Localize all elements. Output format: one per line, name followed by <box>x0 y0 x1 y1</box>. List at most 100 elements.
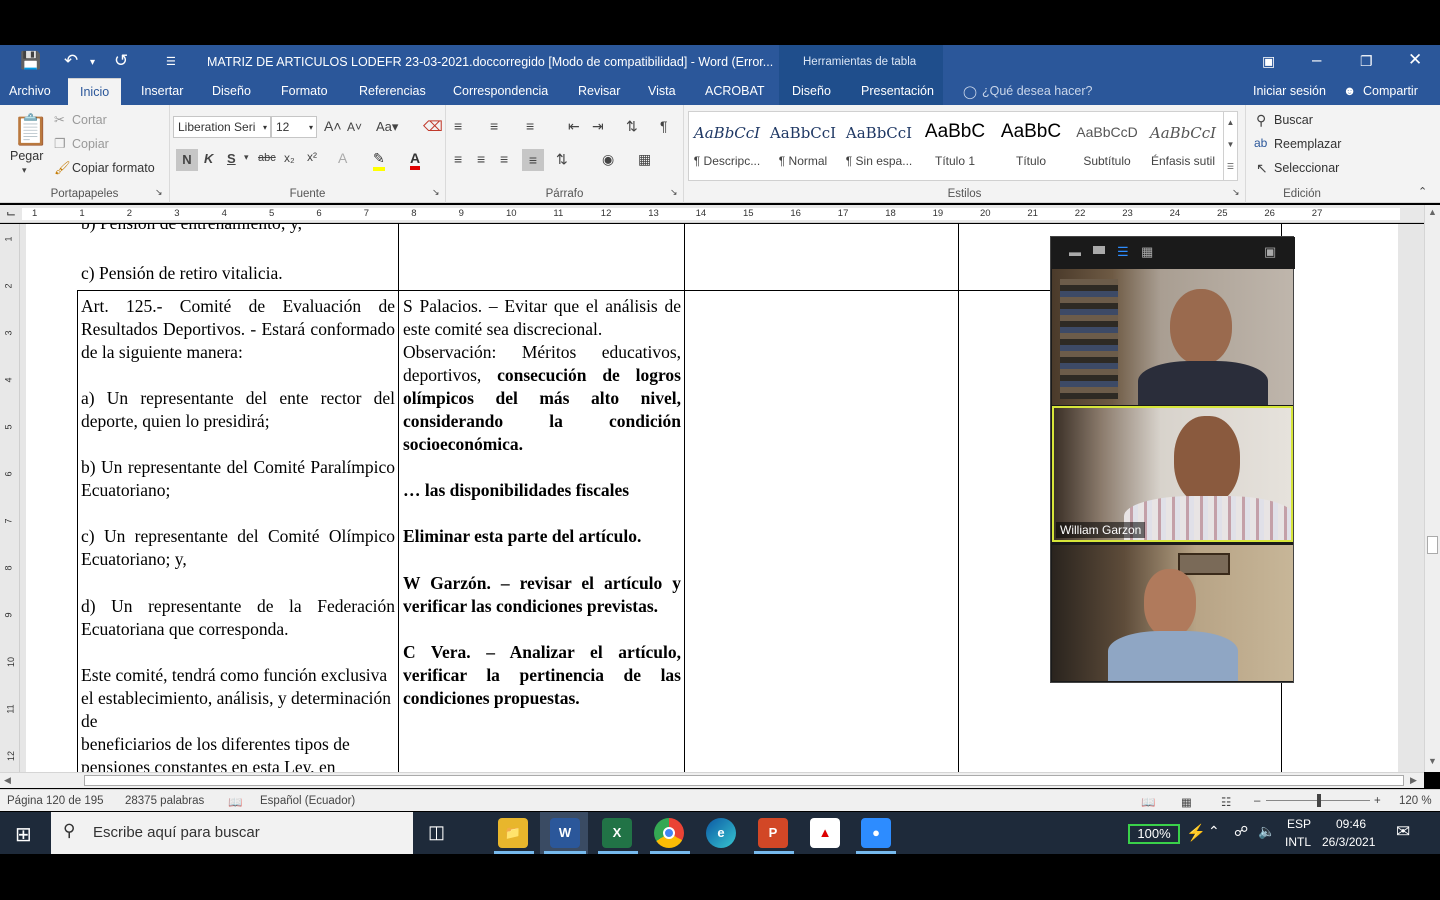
tab-design[interactable]: Diseño <box>212 84 251 98</box>
undo-icon[interactable]: ↶ <box>64 51 78 71</box>
taskbar-search-input[interactable]: Escribe aquí para buscar <box>93 824 260 841</box>
word-count[interactable]: 28375 palabras <box>125 795 204 807</box>
undo-dropdown-icon[interactable]: ▾ <box>90 57 95 68</box>
tab-references[interactable]: Referencias <box>359 84 426 98</box>
replace-button[interactable]: Reemplazar <box>1274 137 1341 151</box>
tab-view[interactable]: Vista <box>648 84 676 98</box>
subscript-icon[interactable]: x₂ <box>284 151 295 165</box>
taskbar-search[interactable]: ⚲ Escribe aquí para buscar <box>51 812 413 854</box>
cell-prev-text[interactable]: b) Pensión de entrenamiento; y, <box>81 224 395 235</box>
read-mode-icon[interactable]: 📖 <box>1141 795 1155 809</box>
minimize-video-icon[interactable]: ▬ <box>1069 245 1081 259</box>
italic-button[interactable]: K <box>204 151 213 166</box>
align-center-icon[interactable]: ≡ <box>477 151 485 167</box>
borders-icon[interactable]: ▦ <box>638 151 651 168</box>
zoom-in-icon[interactable]: + <box>1374 795 1381 807</box>
tell-me-input[interactable]: ¿Qué desea hacer? <box>982 84 1093 98</box>
zoom-out-icon[interactable]: – <box>1254 795 1260 807</box>
gallery-view-icon[interactable]: ▦ <box>1141 244 1153 260</box>
restore-icon[interactable]: ❐ <box>1360 53 1373 70</box>
font-name-box[interactable]: Liberation Seri ▾ <box>173 116 271 138</box>
show-marks-icon[interactable]: ¶ <box>660 118 668 134</box>
format-painter-icon[interactable]: 🖌 <box>54 160 71 176</box>
align-right-icon[interactable]: ≡ <box>500 151 508 167</box>
cut-button[interactable]: Cortar <box>72 113 107 127</box>
tab-acrobat[interactable]: ACROBAT <box>705 84 765 98</box>
decrease-indent-icon[interactable]: ⇤ <box>568 118 580 135</box>
tab-insert[interactable]: Insertar <box>141 84 183 98</box>
multilevel-list-icon[interactable]: ≡ <box>526 118 534 134</box>
redo-icon[interactable]: ↺ <box>114 51 128 71</box>
sort-icon[interactable]: ⇅ <box>626 118 638 135</box>
page-count[interactable]: Página 120 de 195 <box>7 795 104 807</box>
participant-video-3[interactable] <box>1052 545 1293 681</box>
speaker-view-icon[interactable] <box>1093 246 1105 254</box>
horizontal-scrollbar[interactable]: ◀ ▶ <box>0 772 1424 788</box>
powerpoint-icon[interactable]: P <box>758 818 788 848</box>
vertical-scroll-thumb[interactable] <box>1427 536 1438 554</box>
styles-launcher-icon[interactable]: ↘ <box>1232 187 1240 198</box>
notifications-icon[interactable]: ✉ <box>1396 822 1410 842</box>
clear-formatting-icon[interactable]: ⌫ <box>423 118 443 135</box>
task-view-icon[interactable]: ◫ <box>428 822 445 843</box>
web-layout-icon[interactable]: ☷ <box>1221 795 1231 809</box>
cell-observations[interactable]: S Palacios. – Evitar que el análisis de … <box>403 295 681 710</box>
vertical-scrollbar[interactable]: ▲ ▼ <box>1424 205 1440 772</box>
style-descripcion[interactable]: AaBbCcI ¶ Descripc... <box>689 112 765 180</box>
tab-table-layout[interactable]: Presentación <box>861 84 934 98</box>
style-enfasis-sutil[interactable]: AaBbCcI Énfasis sutil <box>1145 112 1221 180</box>
underline-button[interactable]: S <box>227 151 236 166</box>
paste-button[interactable]: Pegar <box>10 149 43 163</box>
windows-start-icon[interactable]: ⊞ <box>15 822 32 847</box>
show-hidden-icons[interactable]: ⌃ <box>1208 823 1220 840</box>
bold-button[interactable]: N <box>176 149 198 171</box>
close-icon[interactable]: ✕ <box>1408 50 1422 70</box>
power-plug-icon[interactable]: ⚡ <box>1186 823 1206 843</box>
highlight-icon[interactable]: ✎ <box>373 150 385 171</box>
input-language[interactable]: ESP <box>1287 817 1311 831</box>
excel-icon[interactable]: X <box>602 818 632 848</box>
clock-date[interactable]: 26/3/2021 <box>1322 835 1375 849</box>
style-titulo-1[interactable]: AaBbC Título 1 <box>917 112 993 180</box>
tab-format[interactable]: Formato <box>281 84 328 98</box>
zoom-level[interactable]: 120 % <box>1399 795 1432 807</box>
tab-selector-icon[interactable]: ⌙ <box>6 206 16 220</box>
paragraph-launcher-icon[interactable]: ↘ <box>670 187 678 198</box>
participant-video-1[interactable] <box>1052 269 1293 405</box>
font-size-box[interactable]: 12 ▾ <box>271 116 317 138</box>
zoom-app-icon[interactable]: ● <box>861 818 891 848</box>
ribbon-display-options-icon[interactable]: ▣ <box>1262 53 1275 70</box>
select-button[interactable]: Seleccionar <box>1274 161 1339 175</box>
word-icon[interactable]: W <box>550 818 580 848</box>
paste-dropdown-icon[interactable]: ▾ <box>22 165 27 176</box>
scroll-down-icon[interactable]: ▼ <box>1428 756 1437 766</box>
zoom-slider-thumb[interactable] <box>1317 794 1321 807</box>
styles-scroll[interactable]: ▲ ▼ ☰ <box>1223 112 1237 180</box>
signin-link[interactable]: Iniciar sesión <box>1253 84 1326 98</box>
tab-home[interactable]: Inicio <box>68 78 122 105</box>
chrome-icon[interactable] <box>654 818 684 848</box>
strip-view-icon[interactable]: ☰ <box>1117 244 1129 260</box>
underline-dropdown-icon[interactable]: ▾ <box>244 152 249 163</box>
edge-icon[interactable]: e <box>706 818 736 848</box>
shrink-font-icon[interactable]: A˅ <box>347 120 362 134</box>
cut-icon[interactable]: ✂ <box>54 112 65 128</box>
style-sin-espaciado[interactable]: AaBbCcI ¶ Sin espa... <box>841 112 917 180</box>
align-left-icon[interactable]: ≡ <box>454 151 462 167</box>
network-icon[interactable]: ☍ <box>1234 823 1248 840</box>
print-layout-icon[interactable]: ▦ <box>1181 795 1192 809</box>
participant-video-2[interactable]: William Garzon <box>1052 406 1293 542</box>
font-launcher-icon[interactable]: ↘ <box>432 187 440 198</box>
grow-font-icon[interactable]: A˄ <box>324 118 342 134</box>
input-layout[interactable]: INTL <box>1285 835 1311 849</box>
text-effects-icon[interactable]: A <box>338 150 347 166</box>
battery-indicator[interactable]: 100% <box>1128 824 1180 844</box>
exit-mini-window-icon[interactable]: ▣ <box>1264 244 1276 260</box>
language-indicator[interactable]: Español (Ecuador) <box>260 795 355 807</box>
cell-article-text[interactable]: Art. 125.- Comité de Evaluación de Resul… <box>81 295 395 772</box>
clipboard-launcher-icon[interactable]: ↘ <box>155 187 163 198</box>
scroll-right-icon[interactable]: ▶ <box>1410 775 1417 786</box>
file-explorer-icon[interactable]: 📁 <box>498 818 528 848</box>
customize-quick-access-icon[interactable]: ☰ <box>166 55 176 68</box>
copy-icon[interactable]: ❐ <box>54 136 66 152</box>
